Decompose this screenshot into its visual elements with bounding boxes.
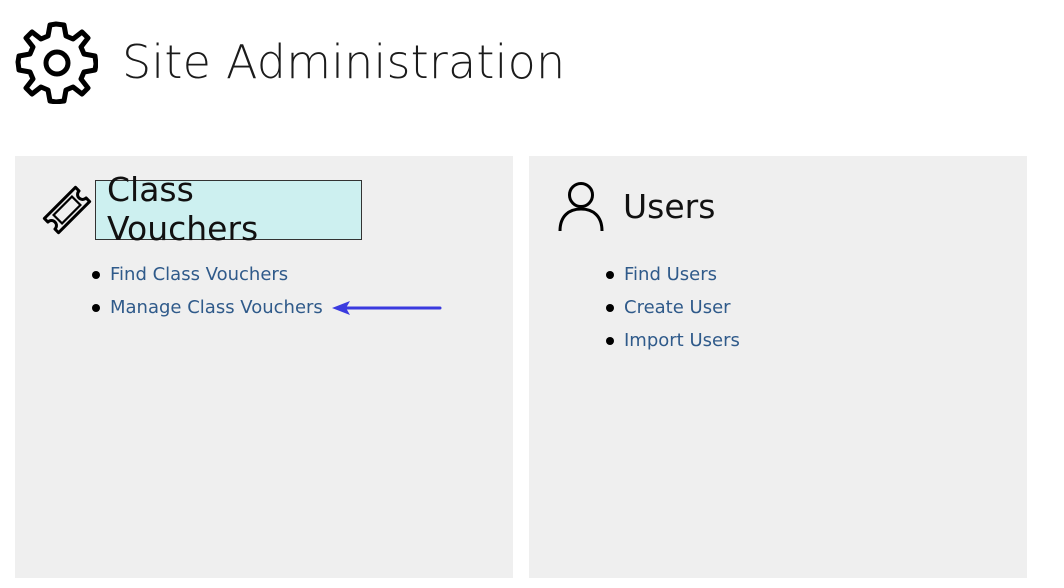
gear-icon [15, 21, 98, 104]
class-vouchers-links: Find Class Vouchers Manage Class Voucher… [92, 258, 323, 324]
list-item: Manage Class Vouchers [92, 291, 323, 324]
bullet [92, 270, 100, 279]
class-vouchers-title: Class Vouchers [95, 170, 362, 248]
find-class-vouchers-link[interactable]: Find Class Vouchers [110, 264, 288, 285]
users-panel: Users Find Users Create User Import User… [529, 156, 1027, 578]
list-item: Create User [606, 291, 740, 324]
annotation-arrow-icon [332, 301, 442, 315]
page-title: Site Administration [122, 35, 566, 89]
find-users-link[interactable]: Find Users [624, 264, 717, 285]
list-item: Find Users [606, 258, 740, 291]
list-item: Find Class Vouchers [92, 258, 323, 291]
bullet [606, 303, 614, 312]
bullet [606, 336, 614, 345]
class-vouchers-header: Class Vouchers [41, 170, 362, 248]
import-users-link[interactable]: Import Users [624, 330, 740, 351]
user-icon [558, 182, 604, 232]
users-header: Users [555, 180, 715, 232]
class-vouchers-panel: Class Vouchers Find Class Vouchers Manag… [15, 156, 513, 578]
bullet [606, 270, 614, 279]
bullet [92, 303, 100, 312]
list-item: Import Users [606, 324, 740, 357]
create-user-link[interactable]: Create User [624, 297, 731, 318]
users-title: Users [623, 186, 716, 226]
manage-class-vouchers-link[interactable]: Manage Class Vouchers [110, 297, 323, 318]
ticket-icon [42, 185, 92, 235]
page-header: Site Administration [14, 20, 565, 104]
users-links: Find Users Create User Import Users [606, 258, 740, 357]
